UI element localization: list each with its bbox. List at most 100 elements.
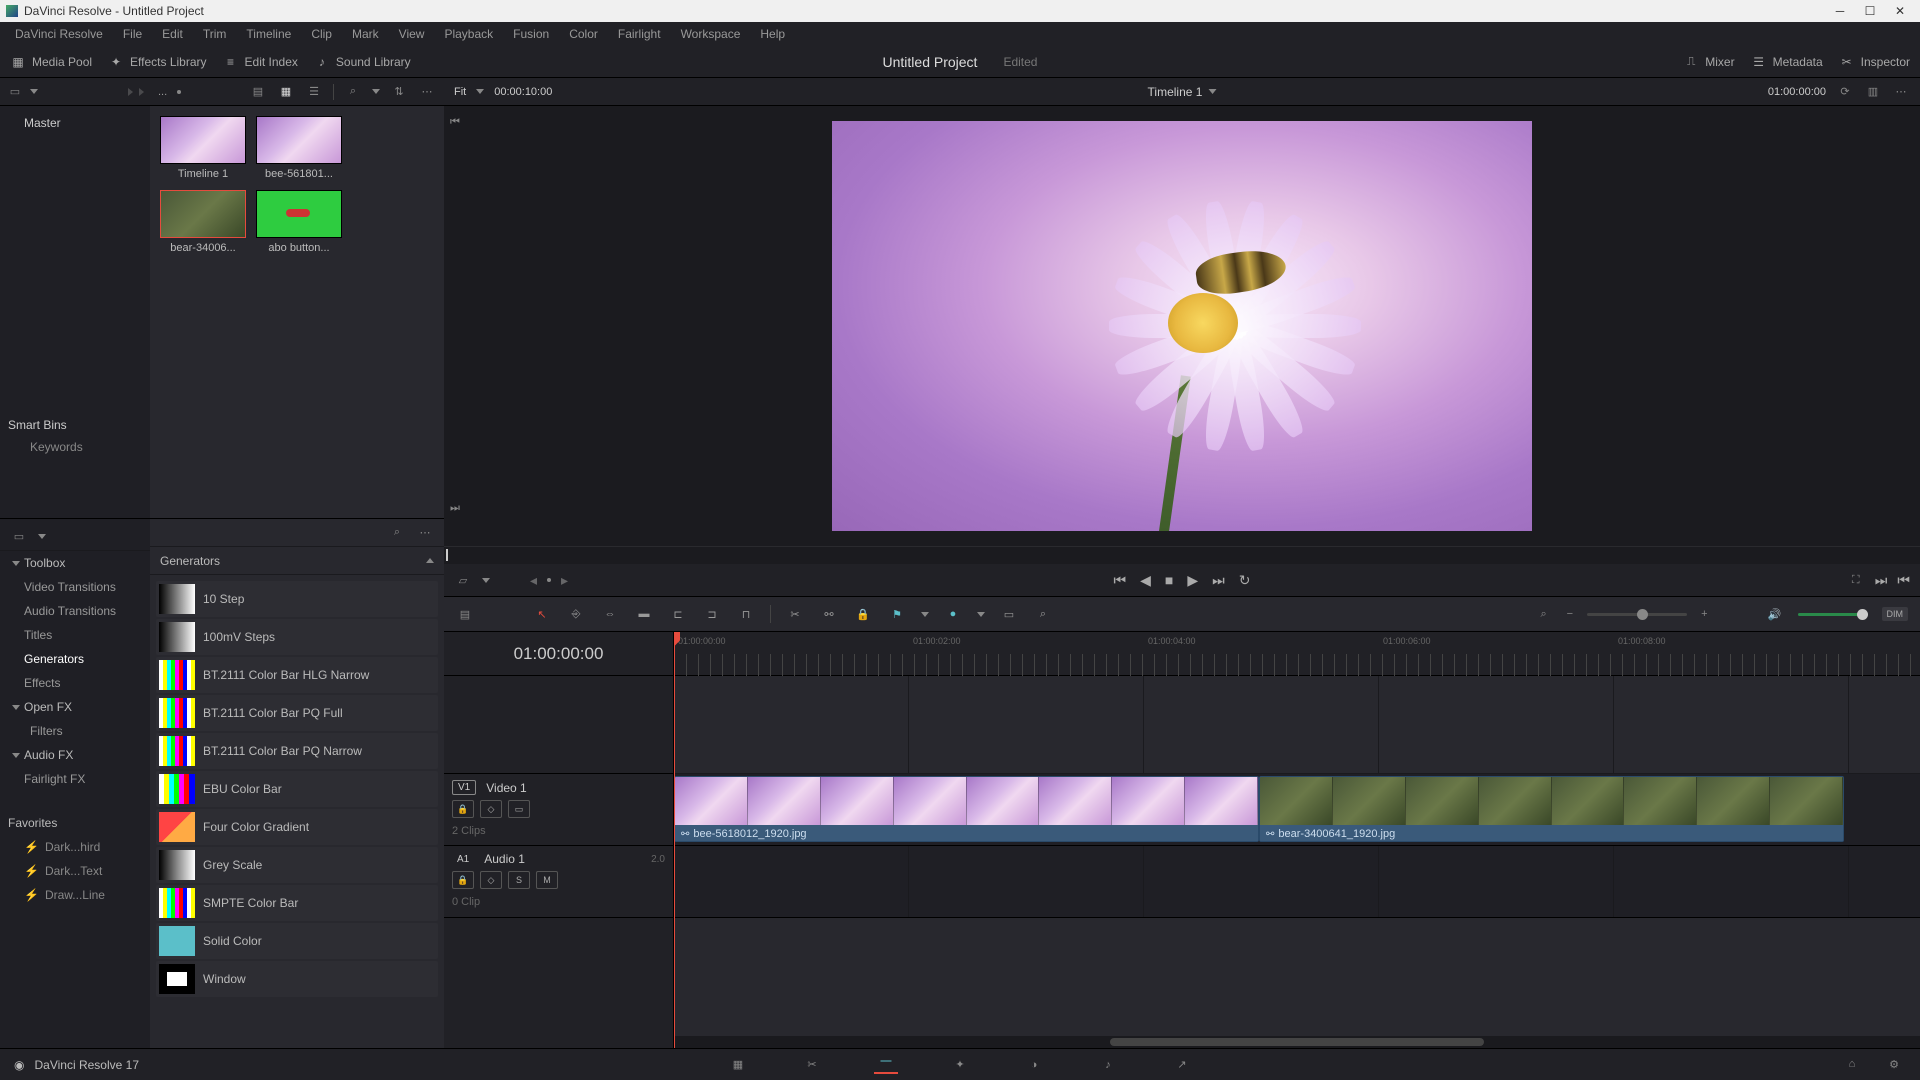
mute-button[interactable]: M [536,871,558,889]
audio-track-header[interactable]: A1 Audio 1 2.0 🔒 ◇ S M 0 Clip [444,846,673,918]
menu-color[interactable]: Color [560,24,607,44]
flag-tool[interactable]: ⚑ [887,608,907,621]
video-track-header[interactable]: V1 Video 1 🔒 ◇ ▭ 2 Clips [444,774,673,846]
track-disable-icon[interactable]: ▭ [508,800,530,818]
generator-item[interactable]: 100mV Steps [156,619,438,655]
snap-tool[interactable]: ▭ [999,608,1019,621]
bin-master[interactable]: Master [6,112,144,134]
close-button[interactable]: ✕ [1886,3,1914,19]
timeline-view-icon[interactable]: ▤ [456,605,474,623]
filters-cat[interactable]: Filters [0,719,150,743]
menu-edit[interactable]: Edit [153,24,192,44]
generator-item[interactable]: BT.2111 Color Bar PQ Full [156,695,438,731]
clip-thumb[interactable] [256,116,342,164]
generator-item[interactable]: BT.2111 Color Bar HLG Narrow [156,657,438,693]
fx-cat-generators[interactable]: Generators [0,647,150,671]
toolbox-header[interactable]: Toolbox [0,551,150,575]
dim-badge[interactable]: DIM [1882,607,1909,621]
generator-item[interactable]: SMPTE Color Bar [156,885,438,921]
fusion-page[interactable]: ✦ [948,1058,972,1071]
generator-item[interactable]: EBU Color Bar [156,771,438,807]
fx-options-icon[interactable]: ⋯ [416,524,434,542]
fx-search-icon[interactable]: ⌕ [388,524,406,542]
chevron-down-icon[interactable] [30,89,38,94]
stop-button[interactable]: ■ [1165,572,1173,588]
minimize-button[interactable]: ─ [1826,3,1854,19]
link-tool[interactable]: ⚯ [819,608,839,621]
color-page[interactable]: ◑ [1022,1059,1046,1071]
strip-view-icon[interactable]: ▤ [249,83,267,101]
volume-icon[interactable]: 🔊 [1766,605,1784,623]
chevron-down-icon[interactable] [921,612,929,617]
clip-bee[interactable]: ⚯bee-5618012_1920.jpg [674,776,1259,842]
replace-tool[interactable]: ⊓ [736,608,756,621]
clip-thumb[interactable] [160,190,246,238]
generator-item[interactable]: Solid Color [156,923,438,959]
track-enable-icon[interactable]: ◇ [480,800,502,818]
search-icon[interactable]: ⌕ [344,83,362,101]
sort-icon[interactable]: ⇅ [390,83,408,101]
first-button[interactable]: ⏮ [1114,572,1127,589]
menu-clip[interactable]: Clip [302,24,341,44]
fx-cat-titles[interactable]: Titles [0,623,150,647]
bypass-icon[interactable]: ▱ [454,571,472,589]
out-last-icon[interactable]: ⏭ [1875,572,1888,589]
generator-item[interactable]: Four Color Gradient [156,809,438,845]
metadata-toggle[interactable]: ☰ Metadata [1751,54,1823,70]
fx-cat-video-transitions[interactable]: Video Transitions [0,575,150,599]
generator-item[interactable]: Grey Scale [156,847,438,883]
trim-tool[interactable]: ⎆ [566,608,586,621]
menu-help[interactable]: Help [751,24,794,44]
menu-fairlight[interactable]: Fairlight [609,24,670,44]
openfx-header[interactable]: Open FX [0,695,150,719]
volume-slider[interactable] [1798,613,1868,616]
viewer-fit[interactable]: Fit [454,86,466,98]
smart-bins-header[interactable]: Smart Bins [0,410,150,436]
chevron-down-icon[interactable] [38,534,46,539]
menu-davinci-resolve[interactable]: DaVinci Resolve [6,24,112,44]
out-next-icon[interactable]: ⏮ [1897,572,1910,589]
zoom-slider[interactable] [1587,613,1687,616]
nav-back-icon[interactable] [128,88,133,96]
viewer-scrubber[interactable] [444,546,1920,564]
playhead[interactable] [674,632,675,1048]
audio-track[interactable] [674,846,1920,918]
a1-badge[interactable]: A1 [452,853,474,866]
collapse-icon[interactable] [426,558,434,563]
bin-keywords[interactable]: Keywords [0,436,150,458]
selection-tool[interactable]: ↖ [532,608,552,621]
menu-workspace[interactable]: Workspace [672,24,750,44]
breadcrumb-dots[interactable]: ... [158,86,167,98]
lock-tool[interactable]: 🔒 [853,608,873,621]
track-lock-icon[interactable]: 🔒 [452,800,474,818]
audiofx-header[interactable]: Audio FX [0,743,150,767]
timeline-scrollbar[interactable] [674,1036,1920,1048]
edit-page[interactable]: ⎯⎯ [874,1055,898,1074]
chevron-down-icon[interactable] [1208,89,1216,94]
fullscreen-icon[interactable]: ⛶ [1847,571,1865,589]
bin-list-icon[interactable]: ▭ [6,83,24,101]
clip-item[interactable]: bee-561801... [256,116,342,180]
favorite-item[interactable]: ⚡Dark...Text [0,859,150,883]
favorites-header[interactable]: Favorites [0,811,150,835]
chevron-down-icon[interactable] [482,578,490,583]
generator-item[interactable]: Window [156,961,438,997]
zoom-plus[interactable]: + [1701,608,1707,620]
generator-item[interactable]: BT.2111 Color Bar PQ Narrow [156,733,438,769]
razor-tool[interactable]: ✂ [785,608,805,621]
thumb-view-icon[interactable]: ▦ [277,83,295,101]
menu-playback[interactable]: Playback [435,24,502,44]
sync-icon[interactable]: ⟳ [1836,83,1854,101]
video-track[interactable]: ⚯bee-5618012_1920.jpg ⚯bear-3400641_1920… [674,774,1920,846]
timeline-ruler[interactable]: 01:00:00:0001:00:02:0001:00:04:0001:00:0… [674,632,1920,676]
clip-item[interactable]: bear-34006... [160,190,246,254]
insert-tool[interactable]: ⊏ [668,608,688,621]
settings-icon[interactable]: ⚙ [1882,1058,1906,1071]
menu-file[interactable]: File [114,24,151,44]
favorite-item[interactable]: ⚡Dark...hird [0,835,150,859]
prev-button[interactable]: ◀ [1140,572,1151,589]
favorite-item[interactable]: ⚡Draw...Line [0,883,150,907]
find-tool[interactable]: ⌕ [1033,608,1053,621]
zoom-out-icon[interactable]: ⌕ [1535,605,1553,623]
clips-area[interactable]: Timeline 1bee-561801...bear-34006...abo … [150,106,444,518]
